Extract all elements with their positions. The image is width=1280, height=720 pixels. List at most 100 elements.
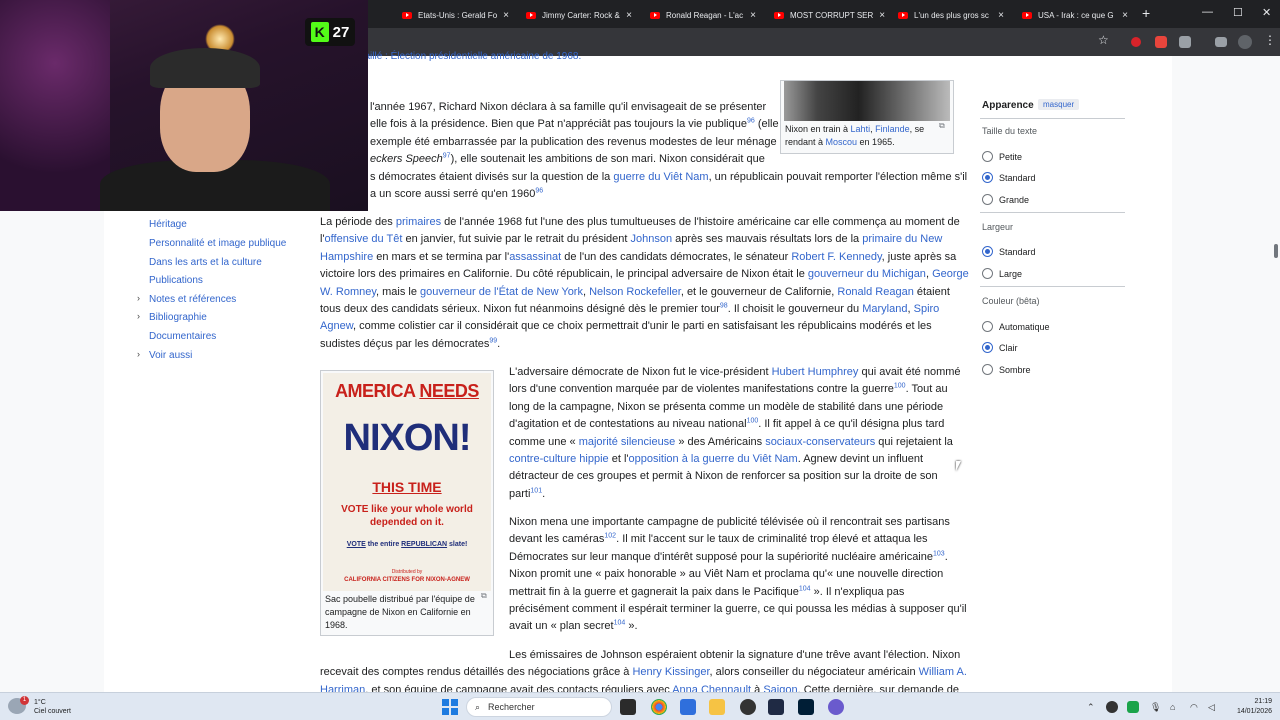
link-agnew[interactable]: Agnew — [320, 320, 353, 332]
link-gov-ny[interactable]: gouverneur de l'État de New York — [420, 286, 583, 298]
reference-link[interactable]: 104 — [799, 585, 811, 592]
radio-color-light[interactable]: Clair — [982, 342, 1018, 353]
extensions-puzzle-icon[interactable] — [1179, 36, 1191, 48]
radio-width-large[interactable]: Large — [982, 268, 1022, 279]
minimize-button[interactable]: — — [1202, 6, 1213, 18]
media-controls-icon[interactable] — [1215, 37, 1227, 47]
radio-text-small[interactable]: Petite — [982, 151, 1022, 162]
taskbar-search[interactable]: ⌕ Rechercher — [466, 697, 612, 717]
link-primaries[interactable]: primaires — [396, 216, 441, 228]
link-maryland[interactable]: Maryland — [862, 303, 907, 315]
toc-item-personality[interactable]: Personnalité et image publique — [149, 238, 286, 249]
profile-avatar-icon[interactable] — [1238, 35, 1252, 49]
tab-close-icon[interactable]: × — [503, 10, 509, 21]
tab-close-icon[interactable]: × — [626, 10, 632, 21]
radio-icon[interactable] — [982, 268, 993, 279]
file-explorer-icon[interactable] — [709, 699, 725, 715]
reference-link[interactable]: 102 — [604, 533, 616, 540]
link-social-conservatives[interactable]: sociaux-conservateurs — [765, 436, 875, 448]
radio-text-large[interactable]: Grande — [982, 194, 1029, 205]
extension-icon[interactable] — [1131, 37, 1141, 47]
link-nh-primary[interactable]: Hampshire — [320, 251, 373, 263]
volume-icon[interactable]: ◁ — [1208, 702, 1215, 713]
link-tet-offensive[interactable]: offensive du Têt — [325, 233, 403, 245]
link-johnson[interactable]: Johnson — [631, 233, 673, 245]
reference-link[interactable]: 100 — [747, 418, 759, 425]
chevron-right-icon[interactable]: › — [137, 349, 140, 359]
link-counterculture[interactable]: contre-culture hippie — [509, 453, 609, 465]
link-harriman[interactable]: William A. — [919, 666, 967, 678]
maximize-button[interactable]: ☐ — [1233, 6, 1243, 19]
radio-selected-icon[interactable] — [982, 246, 993, 257]
link-rockefeller[interactable]: Nelson Rockefeller — [589, 286, 681, 298]
microphone-icon[interactable]: 🎙 — [1150, 702, 1161, 713]
reference-link[interactable]: 98 — [720, 302, 728, 309]
scrollbar-thumb[interactable] — [1274, 244, 1278, 258]
link-lahti[interactable]: Lahti — [851, 124, 871, 134]
radio-icon[interactable] — [982, 194, 993, 205]
radio-text-standard[interactable]: Standard — [982, 172, 1036, 183]
toc-item-publications[interactable]: Publications — [149, 275, 203, 286]
extension-icon[interactable] — [1155, 36, 1167, 48]
browser-tab[interactable]: USA - Irak : ce que G × — [1016, 4, 1134, 26]
toc-item-see-also[interactable]: Voir aussi — [149, 350, 192, 361]
radio-color-auto[interactable]: Automatique — [982, 321, 1050, 332]
photo-nixon-train[interactable] — [784, 81, 950, 121]
radio-icon[interactable] — [982, 364, 993, 375]
reference-link[interactable]: 101 — [530, 487, 542, 494]
reference-link[interactable]: 100 — [894, 383, 906, 390]
link-humphrey[interactable]: Hubert Humphrey — [772, 366, 859, 378]
browser-tab[interactable]: Ronald Reagan - L'ac × — [644, 4, 762, 26]
link-silent-majority[interactable]: majorité silencieuse — [579, 436, 676, 448]
wifi-icon[interactable]: ◠ — [1190, 702, 1198, 713]
toc-item-bibliography[interactable]: Bibliographie — [149, 312, 207, 323]
radio-icon[interactable] — [982, 321, 993, 332]
tab-close-icon[interactable]: × — [1122, 10, 1128, 21]
photoshop-icon[interactable] — [798, 699, 814, 715]
bookmark-star-icon[interactable]: ☆ — [1098, 33, 1110, 47]
app-icon[interactable] — [828, 699, 844, 715]
tray-icon[interactable] — [1127, 701, 1139, 713]
chrome-icon[interactable] — [651, 699, 667, 715]
link-reagan[interactable]: Ronald Reagan — [837, 286, 913, 298]
reference-link[interactable]: 96 — [535, 187, 543, 194]
reference-link[interactable]: 96 — [747, 118, 755, 125]
radio-color-dark[interactable]: Sombre — [982, 364, 1031, 375]
tray-icon[interactable] — [1106, 701, 1118, 713]
link-moscow[interactable]: Moscou — [826, 137, 858, 147]
windows-start-icon[interactable] — [442, 699, 458, 715]
link-rfk[interactable]: Robert F. Kennedy — [791, 251, 881, 263]
reference-link[interactable]: 103 — [933, 550, 945, 557]
close-window-button[interactable]: ✕ — [1262, 6, 1271, 19]
chevron-up-icon[interactable]: ⌃ — [1087, 702, 1095, 713]
reference-link[interactable]: 99 — [489, 337, 497, 344]
radio-icon[interactable] — [982, 151, 993, 162]
link-gov-michigan[interactable]: gouverneur du Michigan — [808, 268, 926, 280]
campaign-poster-image[interactable]: AMERICA NEEDS NIXON! THIS TIME VOTE like… — [323, 373, 491, 591]
radio-width-standard[interactable]: Standard — [982, 246, 1036, 257]
link-nh-primary[interactable]: primaire du New — [862, 233, 942, 245]
browser-tab[interactable]: MOST CORRUPT SER × — [768, 4, 886, 26]
network-icon[interactable]: ⌂ — [1170, 702, 1175, 712]
browser-tab[interactable]: L'un des plus gros sc × — [892, 4, 1010, 26]
link-vietnam-war[interactable]: guerre du Viêt Nam — [613, 171, 708, 183]
tab-close-icon[interactable]: × — [879, 10, 885, 21]
link-romney[interactable]: George — [932, 268, 969, 280]
browser-tab[interactable]: Etats-Unis : Gerald Fo × — [396, 4, 514, 26]
browser-tab[interactable]: Jimmy Carter: Rock & × — [520, 4, 638, 26]
app-icon[interactable] — [680, 699, 696, 715]
chevron-right-icon[interactable]: › — [137, 293, 140, 303]
reference-link[interactable]: 104 — [614, 620, 626, 627]
tab-close-icon[interactable]: × — [750, 10, 756, 21]
task-view-icon[interactable] — [620, 699, 636, 715]
link-assassination[interactable]: assassinat — [509, 251, 561, 263]
hide-panel-button[interactable]: masquer — [1038, 99, 1080, 110]
app-icon[interactable] — [740, 699, 756, 715]
link-agnew[interactable]: Spiro — [914, 303, 940, 315]
radio-selected-icon[interactable] — [982, 342, 993, 353]
link-romney[interactable]: W. Romney — [320, 286, 376, 298]
toc-item-arts[interactable]: Dans les arts et la culture — [149, 257, 262, 268]
link-finland[interactable]: Finlande — [875, 124, 910, 134]
tab-close-icon[interactable]: × — [998, 10, 1004, 21]
chevron-right-icon[interactable]: › — [137, 311, 140, 321]
